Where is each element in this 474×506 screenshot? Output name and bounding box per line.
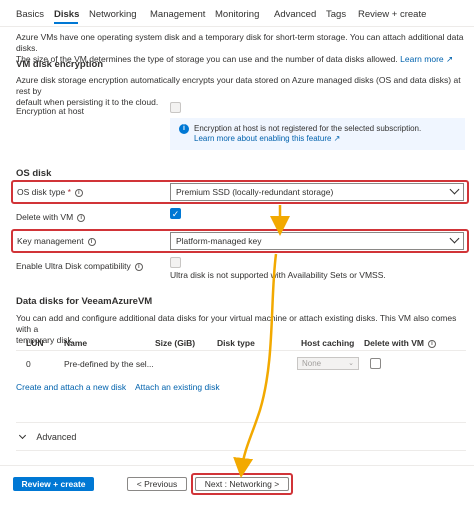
column-disk-type: Disk type bbox=[217, 338, 255, 348]
active-tab-indicator bbox=[54, 22, 78, 24]
info-icon: i bbox=[427, 339, 436, 348]
key-management-label: Key management i bbox=[17, 236, 96, 246]
advanced-divider-bottom bbox=[16, 450, 466, 451]
create-attach-disk-link[interactable]: Create and attach a new disk bbox=[16, 382, 126, 392]
chevron-down-icon: ⌄ bbox=[348, 360, 354, 367]
encryption-info-text: Encryption at host is not registered for… bbox=[194, 124, 422, 133]
intro-line-1: Azure VMs have one operating system disk… bbox=[16, 32, 464, 53]
tab-advanced[interactable]: Advanced bbox=[274, 9, 316, 20]
tab-basics[interactable]: Basics bbox=[16, 9, 44, 20]
tab-monitoring[interactable]: Monitoring bbox=[215, 9, 259, 20]
tab-disks[interactable]: Disks bbox=[54, 9, 79, 20]
tab-review-create[interactable]: Review + create bbox=[358, 9, 426, 20]
row-delete-with-vm-checkbox[interactable] bbox=[370, 358, 381, 369]
attach-existing-disk-link[interactable]: Attach an existing disk bbox=[135, 382, 220, 392]
external-link-icon: ↗ bbox=[446, 54, 454, 64]
footer-divider bbox=[0, 465, 474, 466]
tab-divider bbox=[0, 26, 474, 27]
table-row: 0 Pre-defined by the sel... None ⌄ bbox=[16, 354, 466, 374]
key-management-dropdown[interactable]: Platform-managed key bbox=[170, 232, 464, 250]
encryption-heading: VM disk encryption bbox=[16, 59, 104, 70]
column-name: Name bbox=[64, 338, 88, 348]
delete-with-vm-label: Delete with VM i bbox=[16, 212, 86, 222]
ultra-disk-checkbox[interactable] bbox=[170, 257, 181, 268]
key-management-value: Platform-managed key bbox=[176, 236, 262, 246]
data-disks-heading: Data disks for VeeamAzureVM bbox=[16, 296, 153, 307]
info-icon: i bbox=[87, 237, 96, 246]
os-disk-heading: OS disk bbox=[16, 168, 52, 179]
info-icon: i bbox=[179, 124, 189, 134]
enable-feature-link[interactable]: Learn more about enabling this feature bbox=[194, 134, 331, 143]
advanced-divider-top bbox=[16, 422, 466, 423]
info-icon: i bbox=[134, 262, 143, 271]
learn-more-link[interactable]: Learn more bbox=[400, 54, 443, 64]
external-link-icon: ↗ bbox=[333, 134, 341, 143]
tab-networking[interactable]: Networking bbox=[89, 9, 137, 20]
os-disk-type-value: Premium SSD (locally-redundant storage) bbox=[176, 187, 334, 197]
previous-button[interactable]: < Previous bbox=[127, 477, 187, 491]
next-networking-button[interactable]: Next : Networking > bbox=[195, 477, 289, 491]
review-create-button[interactable]: Review + create bbox=[13, 477, 94, 491]
os-disk-type-label: OS disk type * i bbox=[17, 187, 83, 197]
ultra-disk-note: Ultra disk is not supported with Availab… bbox=[170, 270, 386, 280]
chevron-down-icon bbox=[449, 233, 460, 244]
advanced-expander[interactable]: Advanced bbox=[18, 431, 76, 442]
encryption-info-box: i Encryption at host is not registered f… bbox=[170, 118, 465, 150]
encryption-at-host-checkbox[interactable] bbox=[170, 102, 181, 113]
column-size: Size (GiB) bbox=[155, 338, 196, 348]
os-disk-type-dropdown[interactable]: Premium SSD (locally-redundant storage) bbox=[170, 183, 464, 201]
info-icon: i bbox=[77, 213, 86, 222]
tab-bar: Basics Disks Networking Management Monit… bbox=[0, 0, 474, 26]
column-lun: LUN bbox=[26, 338, 44, 348]
column-delete-with-vm: Delete with VM i bbox=[364, 338, 436, 348]
delete-with-vm-checkbox[interactable]: ✓ bbox=[170, 208, 181, 219]
column-host-caching: Host caching bbox=[301, 338, 355, 348]
chevron-down-icon bbox=[449, 184, 460, 195]
host-caching-dropdown[interactable]: None ⌄ bbox=[297, 357, 359, 370]
chevron-down-icon bbox=[18, 431, 27, 440]
info-icon: i bbox=[74, 188, 83, 197]
encryption-at-host-label: Encryption at host bbox=[16, 106, 85, 116]
encryption-desc: Azure disk storage encryption automatica… bbox=[16, 75, 461, 107]
ultra-disk-label: Enable Ultra Disk compatibility i bbox=[16, 261, 143, 271]
row-lun: 0 bbox=[26, 359, 31, 369]
table-header-divider bbox=[16, 350, 466, 351]
encryption-info-link-row: Learn more about enabling this feature ↗ bbox=[194, 134, 340, 143]
tab-tags[interactable]: Tags bbox=[326, 9, 346, 20]
row-name: Pre-defined by the sel... bbox=[64, 359, 154, 369]
tab-management[interactable]: Management bbox=[150, 9, 205, 20]
